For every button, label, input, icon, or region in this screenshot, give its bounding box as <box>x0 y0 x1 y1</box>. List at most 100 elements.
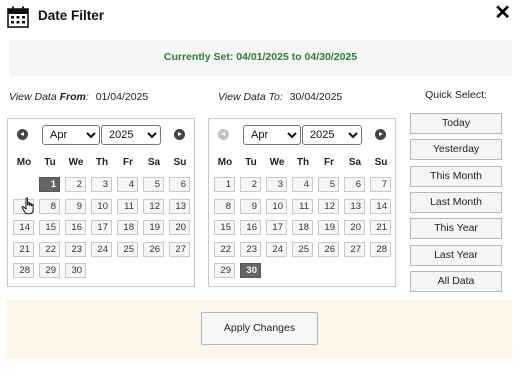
day-cell[interactable]: 27 <box>169 242 190 257</box>
day-cell[interactable]: 26 <box>318 242 339 257</box>
day-cell[interactable]: 29 <box>39 263 60 278</box>
to-calendar: JanFebMarAprMayJunJulAugSepOctNovDec 202… <box>208 118 396 287</box>
day-cell[interactable]: 20 <box>344 220 365 235</box>
quick-select-today-button[interactable]: Today <box>410 113 502 134</box>
day-cell[interactable]: 4 <box>117 177 138 192</box>
day-cell[interactable]: 18 <box>117 220 138 235</box>
day-cell[interactable]: 13 <box>169 199 190 214</box>
day-cell[interactable]: 15 <box>39 220 60 235</box>
day-cell[interactable]: 12 <box>318 199 339 214</box>
weekday-header: Th <box>296 157 310 168</box>
day-cell[interactable]: 30 <box>65 263 86 278</box>
to-label: View Data To: 30/04/2025 <box>218 91 343 103</box>
day-cell[interactable]: 13 <box>344 199 365 214</box>
day-cell[interactable]: 2 <box>65 177 86 192</box>
day-cell[interactable]: 22 <box>214 242 235 257</box>
day-cell[interactable]: 17 <box>91 220 112 235</box>
day-cell[interactable]: 6 <box>169 177 190 192</box>
weekday-header: Mo <box>217 157 233 168</box>
weekday-header: Su <box>173 157 187 168</box>
weekday-header: Tu <box>44 157 56 168</box>
day-cell[interactable]: 8 <box>214 199 235 214</box>
day-cell[interactable]: 3 <box>91 177 112 192</box>
day-cell[interactable]: 18 <box>292 220 313 235</box>
selected-day-cell[interactable]: 1 <box>39 177 60 192</box>
quick-select-last-month-button[interactable]: Last Month <box>410 192 502 213</box>
day-cell[interactable]: 27 <box>344 242 365 257</box>
day-cell[interactable]: 7 <box>370 177 391 192</box>
current-range-banner: Currently Set: 04/01/2025 to 04/30/2025 <box>9 40 512 76</box>
day-cell[interactable]: 24 <box>91 242 112 257</box>
apply-changes-button[interactable]: Apply Changes <box>201 312 318 345</box>
dialog-header: Date Filter ✕ <box>0 0 520 34</box>
day-cell[interactable]: 14 <box>13 220 34 235</box>
year-select[interactable]: 2023202420252026 <box>302 125 362 145</box>
day-cell[interactable]: 25 <box>292 242 313 257</box>
day-cell[interactable]: 15 <box>214 220 235 235</box>
month-select[interactable]: JanFebMarAprMayJunJulAugSepOctNovDec <box>42 125 100 145</box>
day-cell[interactable]: 28 <box>370 242 391 257</box>
month-select[interactable]: JanFebMarAprMayJunJulAugSepOctNovDec <box>243 125 301 145</box>
day-cell[interactable]: 25 <box>117 242 138 257</box>
quick-select-title: Quick Select: <box>425 89 487 101</box>
weekday-header: Fr <box>123 157 133 168</box>
day-cell[interactable]: 24 <box>266 242 287 257</box>
day-cell[interactable]: 8 <box>39 199 60 214</box>
hand-cursor-icon <box>21 197 34 215</box>
quick-select-yesterday-button[interactable]: Yesterday <box>410 139 502 160</box>
calendar-icon <box>7 6 29 28</box>
day-cell[interactable]: 23 <box>65 242 86 257</box>
close-icon[interactable]: ✕ <box>494 2 511 24</box>
day-cell[interactable]: 2 <box>240 177 261 192</box>
quick-select-this-month-button[interactable]: This Month <box>410 166 502 187</box>
weekday-header: Fr <box>324 157 334 168</box>
selected-day-cell[interactable]: 30 <box>240 263 261 278</box>
day-cell[interactable]: 26 <box>143 242 164 257</box>
day-cell[interactable]: 6 <box>344 177 365 192</box>
weekday-header: Th <box>95 157 109 168</box>
day-cell[interactable]: 14 <box>370 199 391 214</box>
next-month-icon[interactable] <box>375 129 386 140</box>
day-cell[interactable]: 5 <box>318 177 339 192</box>
quick-select-this-year-button[interactable]: This Year <box>410 218 502 239</box>
next-month-icon[interactable] <box>174 129 185 140</box>
day-cell[interactable]: 1 <box>214 177 235 192</box>
dialog-footer: Apply Changes <box>6 300 512 359</box>
day-cell[interactable]: 10 <box>91 199 112 214</box>
day-cell[interactable]: 10 <box>266 199 287 214</box>
day-cell[interactable]: 21 <box>13 242 34 257</box>
day-cell[interactable]: 23 <box>240 242 261 257</box>
prev-month-icon[interactable] <box>17 129 28 140</box>
day-cell[interactable]: 19 <box>318 220 339 235</box>
weekday-header: Tu <box>245 157 257 168</box>
day-cell[interactable]: 17 <box>266 220 287 235</box>
year-select[interactable]: 2023202420252026 <box>101 125 161 145</box>
from-label: View Data From: 01/04/2025 <box>9 91 149 103</box>
weekday-header: Sa <box>348 157 362 168</box>
weekday-header: Su <box>374 157 388 168</box>
day-cell[interactable]: 9 <box>240 199 261 214</box>
prev-month-icon <box>218 129 229 140</box>
day-cell[interactable]: 21 <box>370 220 391 235</box>
day-cell[interactable]: 16 <box>65 220 86 235</box>
day-cell[interactable]: 5 <box>143 177 164 192</box>
day-cell[interactable]: 20 <box>169 220 190 235</box>
day-cell[interactable]: 9 <box>65 199 86 214</box>
weekday-header: We <box>68 157 84 168</box>
day-cell[interactable]: 11 <box>117 199 138 214</box>
day-cell[interactable]: 29 <box>214 263 235 278</box>
day-cell[interactable]: 16 <box>240 220 261 235</box>
day-cell[interactable]: 3 <box>266 177 287 192</box>
from-calendar: JanFebMarAprMayJunJulAugSepOctNovDec 202… <box>7 118 195 287</box>
day-cell[interactable]: 28 <box>13 263 34 278</box>
quick-select-last-year-button[interactable]: Last Year <box>410 245 502 266</box>
quick-select-all-data-button[interactable]: All Data <box>410 271 502 292</box>
current-range-text: Currently Set: 04/01/2025 to 04/30/2025 <box>163 51 358 63</box>
weekday-header: Mo <box>16 157 32 168</box>
day-cell[interactable]: 22 <box>39 242 60 257</box>
day-cell[interactable]: 12 <box>143 199 164 214</box>
day-cell[interactable]: 4 <box>292 177 313 192</box>
day-cell[interactable]: 11 <box>292 199 313 214</box>
weekday-header: Sa <box>147 157 161 168</box>
day-cell[interactable]: 19 <box>143 220 164 235</box>
